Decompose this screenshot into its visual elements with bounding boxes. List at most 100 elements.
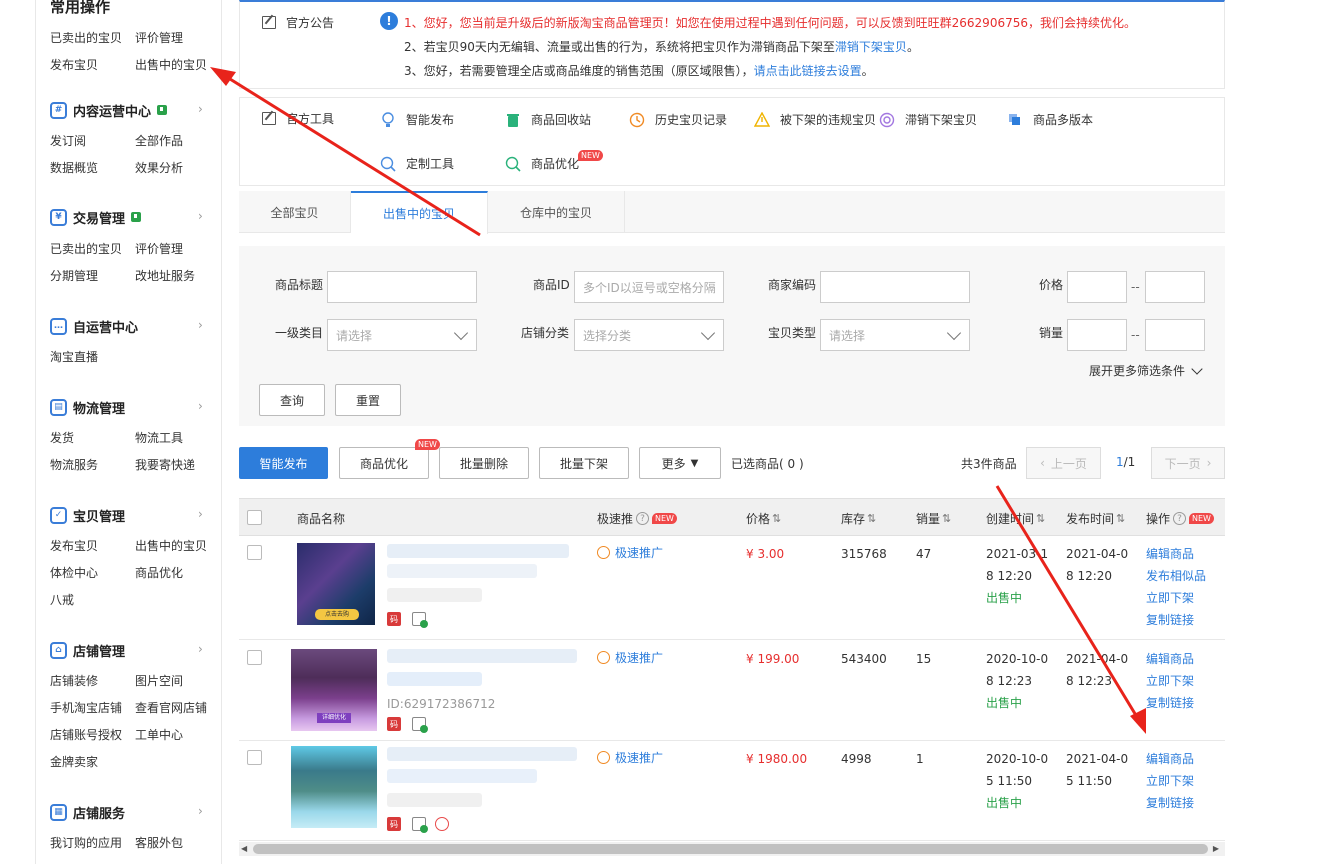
unlist-link[interactable]: 立即下架: [1146, 670, 1194, 692]
tool-smart-publish[interactable]: 智能发布: [380, 111, 454, 128]
sidebar-item[interactable]: 分期管理: [50, 267, 98, 284]
chevron-right-icon[interactable]: ›: [198, 102, 203, 116]
sidebar-item[interactable]: 物流工具: [135, 429, 183, 446]
edit-item-link[interactable]: 编辑商品: [1146, 543, 1194, 565]
optimize-button[interactable]: 商品优化: [339, 447, 429, 479]
sidebar-item[interactable]: 工单中心: [135, 726, 183, 743]
horizontal-scrollbar[interactable]: ◀ ▶: [239, 842, 1225, 856]
tool-violation[interactable]: 被下架的违规宝贝: [754, 111, 876, 128]
chevron-right-icon[interactable]: ›: [198, 507, 203, 521]
edit-item-link[interactable]: 编辑商品: [1146, 648, 1194, 670]
tool-multi-version[interactable]: 商品多版本: [1007, 111, 1093, 128]
sidebar-item[interactable]: 改地址服务: [135, 267, 195, 284]
promo-link[interactable]: 极速推广: [597, 544, 663, 561]
sidebar-item[interactable]: 体检中心: [50, 564, 98, 581]
publish-similar-link[interactable]: 发布相似品: [1146, 565, 1206, 587]
product-thumbnail[interactable]: [291, 746, 377, 828]
expand-filters-toggle[interactable]: 展开更多筛选条件: [1089, 362, 1203, 379]
product-title-blurred[interactable]: [387, 747, 577, 761]
sidebar-section-trade[interactable]: ¥ 交易管理: [50, 207, 142, 227]
item-type-select[interactable]: 请选择: [820, 319, 970, 351]
sidebar-section-items[interactable]: ✓ 宝贝管理: [50, 505, 125, 525]
sidebar-item[interactable]: 效果分析: [135, 159, 183, 176]
id-input[interactable]: 多个ID以逗号或空格分隔: [574, 271, 724, 303]
select-all-checkbox[interactable]: [247, 510, 262, 525]
copy-link[interactable]: 复制链接: [1146, 609, 1194, 631]
smart-publish-button[interactable]: 智能发布: [239, 447, 328, 479]
chevron-right-icon[interactable]: ›: [198, 209, 203, 223]
row-checkbox[interactable]: [247, 545, 262, 560]
scroll-left-icon[interactable]: ◀: [241, 844, 247, 853]
sidebar-item[interactable]: 已卖出的宝贝: [50, 240, 122, 257]
unlist-link[interactable]: 立即下架: [1146, 587, 1194, 609]
sales-area-link[interactable]: 请点击此链接去设置: [754, 64, 862, 78]
help-icon[interactable]: ?: [1173, 512, 1187, 525]
col-price[interactable]: 价格 ⇅: [746, 510, 781, 527]
unsold-items-link[interactable]: 滞销下架宝贝: [835, 40, 907, 54]
sidebar-item[interactable]: 我订购的应用: [50, 834, 122, 851]
sidebar-item-on-sale[interactable]: 出售中的宝贝: [135, 56, 207, 73]
col-published[interactable]: 发布时间 ⇅: [1066, 510, 1125, 527]
sidebar-section-shop[interactable]: ⌂ 店铺管理: [50, 640, 125, 660]
sidebar-item[interactable]: 客服外包: [135, 834, 183, 851]
sidebar-item[interactable]: 数据概览: [50, 159, 98, 176]
sidebar-item[interactable]: 八戒: [50, 591, 74, 608]
promo-link[interactable]: 极速推广: [597, 749, 663, 766]
query-button[interactable]: 查询: [259, 384, 325, 416]
sales-max-input[interactable]: [1145, 319, 1205, 351]
sidebar-item[interactable]: 店铺账号授权: [50, 726, 122, 743]
sidebar-item[interactable]: 发布宝贝: [50, 537, 98, 554]
scroll-thumb[interactable]: [253, 844, 1208, 854]
price-max-input[interactable]: [1145, 271, 1205, 303]
sidebar-item[interactable]: 淘宝直播: [50, 348, 98, 365]
reset-button[interactable]: 重置: [335, 384, 401, 416]
sidebar-item-publish[interactable]: 发布宝贝: [50, 56, 98, 73]
tab-all-items[interactable]: 全部宝贝: [239, 191, 351, 233]
product-title-blurred[interactable]: [387, 544, 569, 558]
chevron-right-icon[interactable]: ›: [198, 804, 203, 818]
sales-min-input[interactable]: [1067, 319, 1127, 351]
sidebar-item[interactable]: 评价管理: [135, 240, 183, 257]
sidebar-item[interactable]: 全部作品: [135, 132, 183, 149]
col-created[interactable]: 创建时间 ⇅: [986, 510, 1045, 527]
scroll-right-icon[interactable]: ▶: [1213, 844, 1219, 853]
sidebar-item[interactable]: 物流服务: [50, 456, 98, 473]
chevron-right-icon[interactable]: ›: [198, 318, 203, 332]
prev-page-button[interactable]: ‹ 上一页: [1026, 447, 1101, 479]
col-stock[interactable]: 库存 ⇅: [841, 510, 876, 527]
sidebar-item[interactable]: 商品优化: [135, 564, 183, 581]
batch-unlist-button[interactable]: 批量下架: [539, 447, 629, 479]
col-sales[interactable]: 销量 ⇅: [916, 510, 951, 527]
title-input[interactable]: [327, 271, 477, 303]
sidebar-section-content[interactable]: # 内容运营中心: [50, 100, 168, 120]
sidebar-item-sold[interactable]: 已卖出的宝贝: [50, 29, 122, 46]
chevron-right-icon[interactable]: ›: [198, 642, 203, 656]
shop-category-select[interactable]: 选择分类: [574, 319, 724, 351]
product-thumbnail[interactable]: 点击去购: [297, 543, 375, 625]
copy-link[interactable]: 复制链接: [1146, 792, 1194, 814]
sidebar-item[interactable]: 查看官网店铺: [135, 699, 207, 716]
next-page-button[interactable]: 下一页 ›: [1151, 447, 1225, 479]
sidebar-section-shop-service[interactable]: ▦ 店铺服务: [50, 802, 125, 822]
sidebar-item[interactable]: 图片空间: [135, 672, 183, 689]
product-thumbnail[interactable]: 详细优化: [291, 649, 377, 731]
tool-unsold[interactable]: 滞销下架宝贝: [879, 111, 977, 128]
sidebar-item[interactable]: 我要寄快递: [135, 456, 195, 473]
row-checkbox[interactable]: [247, 750, 262, 765]
unlist-link[interactable]: 立即下架: [1146, 770, 1194, 792]
category-select[interactable]: 请选择: [327, 319, 477, 351]
row-checkbox[interactable]: [247, 650, 262, 665]
sidebar-item[interactable]: 出售中的宝贝: [135, 537, 207, 554]
tool-custom[interactable]: 定制工具: [380, 155, 454, 172]
tab-on-sale[interactable]: 出售中的宝贝: [351, 191, 488, 234]
copy-link[interactable]: 复制链接: [1146, 692, 1194, 714]
promo-link[interactable]: 极速推广: [597, 649, 663, 666]
price-min-input[interactable]: [1067, 271, 1127, 303]
sidebar-item[interactable]: 发订阅: [50, 132, 86, 149]
sidebar-item[interactable]: 金牌卖家: [50, 753, 98, 770]
product-title-blurred[interactable]: [387, 649, 577, 663]
more-dropdown[interactable]: 更多 ▼: [639, 447, 721, 479]
edit-item-link[interactable]: 编辑商品: [1146, 748, 1194, 770]
code-input[interactable]: [820, 271, 970, 303]
sidebar-item[interactable]: 店铺装修: [50, 672, 98, 689]
